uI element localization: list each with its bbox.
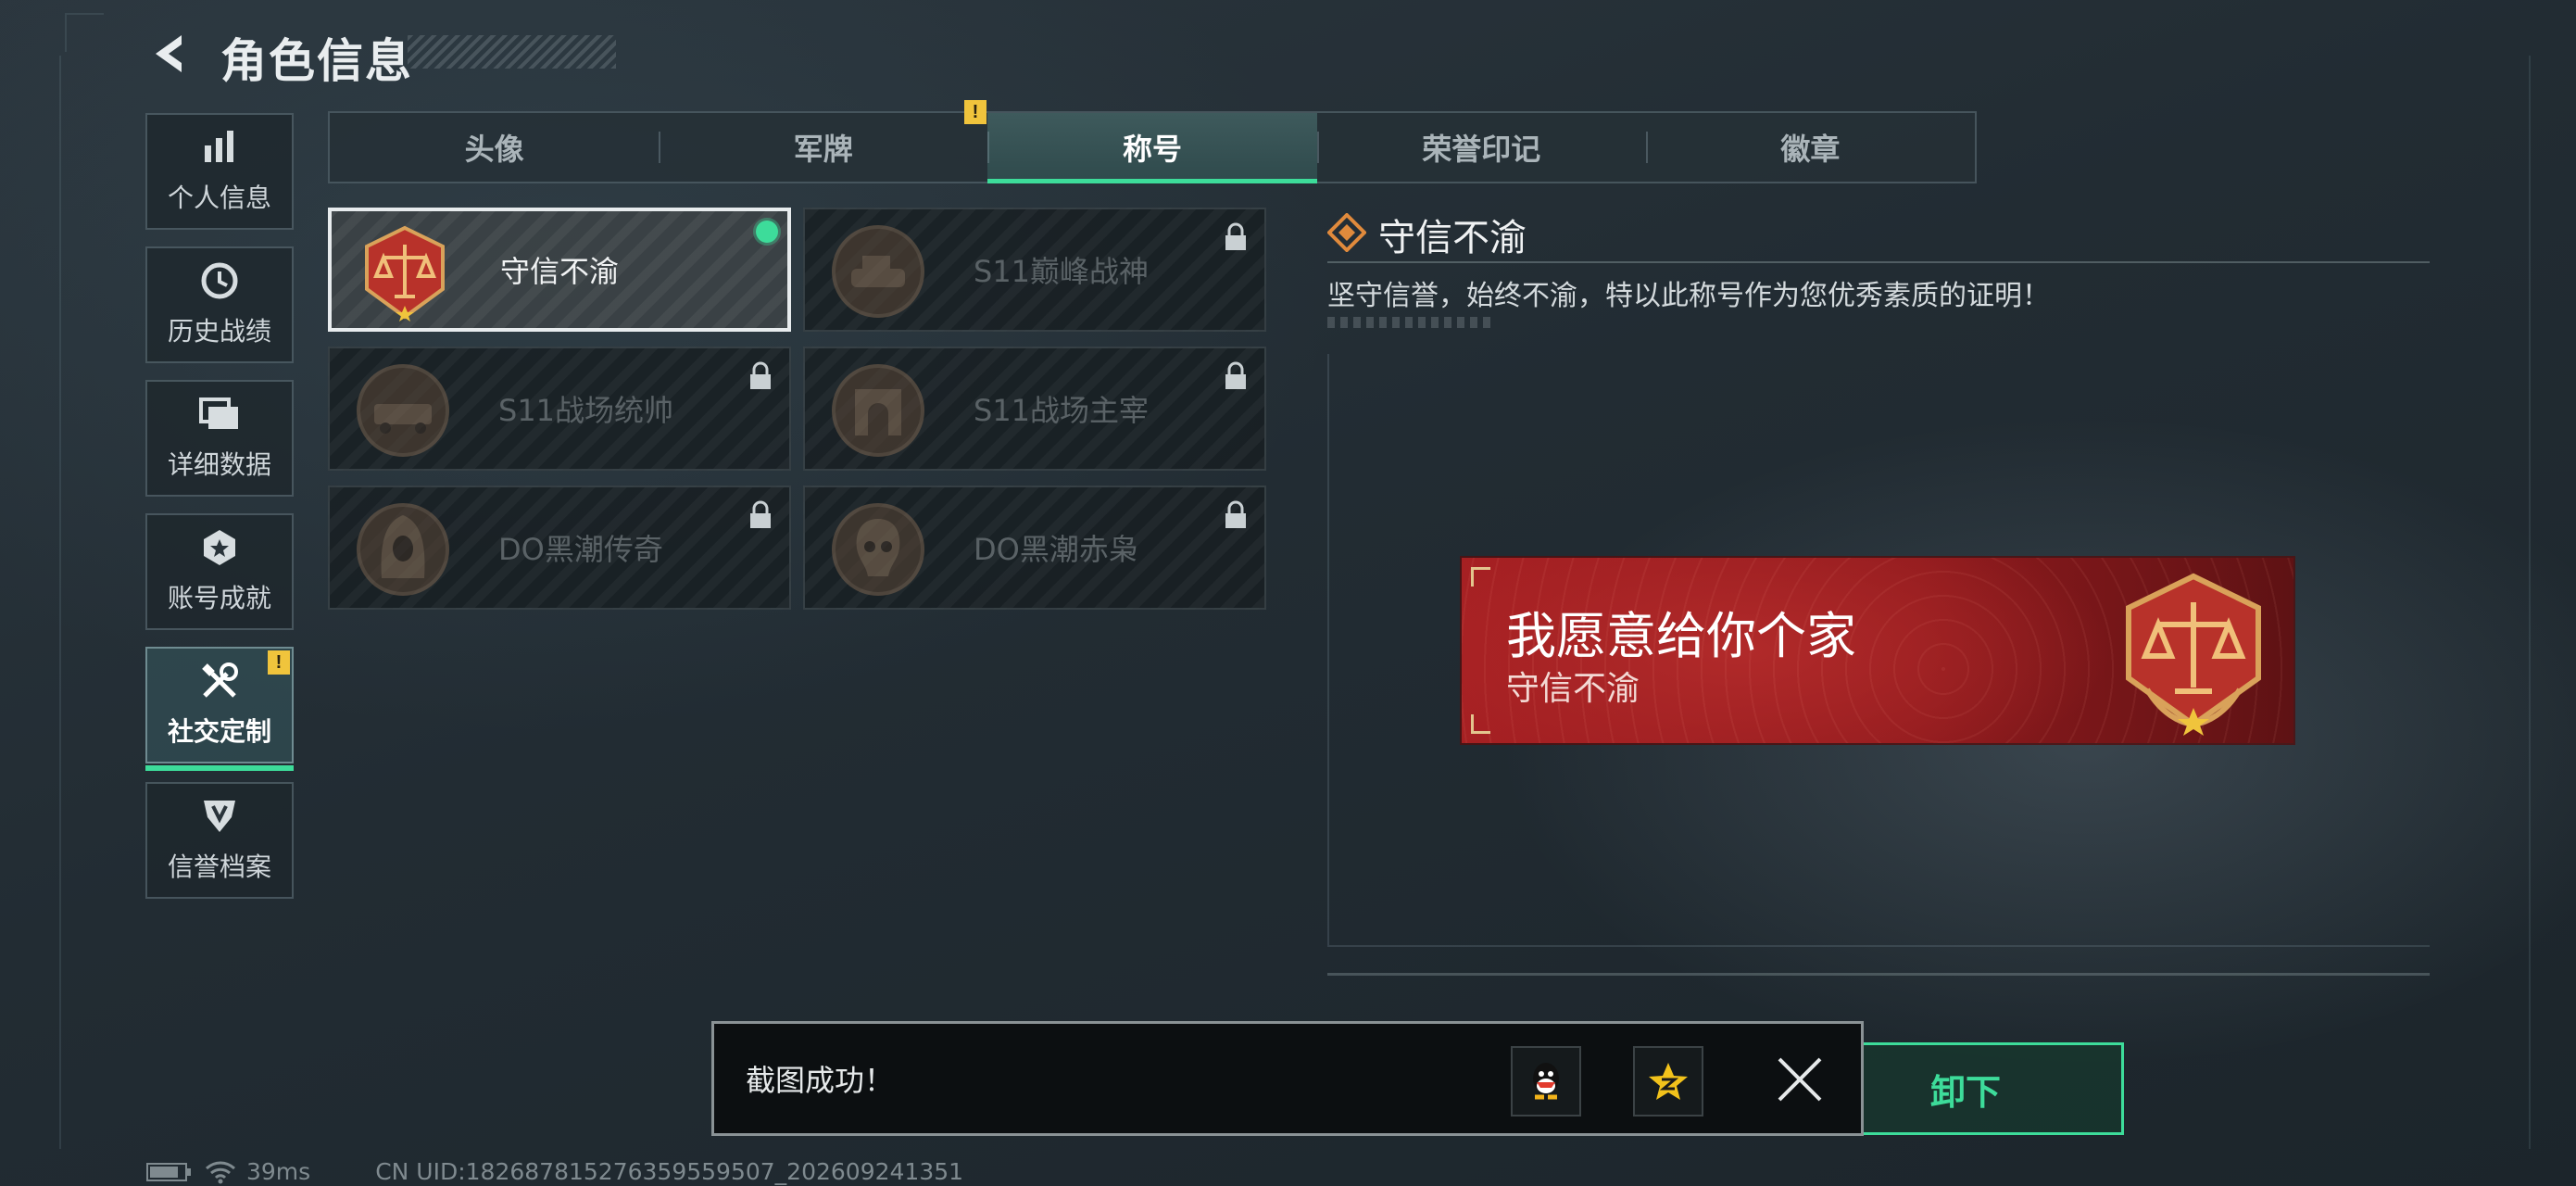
qq-share-button[interactable] <box>1511 1046 1581 1117</box>
qzone-icon <box>1649 1063 1688 1100</box>
scales-emblem-icon <box>2126 573 2261 736</box>
back-arrow-icon[interactable] <box>146 30 195 78</box>
sidebar-item-label: 历史战绩 <box>167 316 271 347</box>
tab-badge[interactable]: 徽章 <box>1645 113 1975 182</box>
preview-divider <box>1327 973 2430 976</box>
sidebar-item-label: 社交定制 <box>167 716 271 747</box>
close-icon[interactable] <box>1772 1052 1828 1107</box>
notification-badge: ! <box>268 650 290 675</box>
lock-icon <box>750 500 771 528</box>
status-footer: 39ms CN UID:182687815276359559507_202609… <box>146 1158 963 1185</box>
bar-chart-icon <box>198 126 241 169</box>
title-name: 守信不渝 <box>500 254 620 289</box>
equipped-indicator <box>756 221 778 243</box>
sidebar-item-label: 账号成就 <box>167 583 271 613</box>
lock-icon <box>1225 361 1246 389</box>
tab-honor-mark[interactable]: 荣誉印记 <box>1316 113 1646 182</box>
battery-icon <box>146 1162 191 1181</box>
sidebar-item-label: 个人信息 <box>167 183 271 213</box>
vehicle-emblem-icon <box>357 364 449 457</box>
arch-emblem-icon <box>832 364 924 457</box>
hooded-emblem-icon <box>357 503 449 596</box>
qzone-share-button[interactable] <box>1633 1046 1703 1117</box>
scales-emblem-icon <box>365 225 445 322</box>
title-card[interactable]: S11战场统帅 <box>328 347 791 471</box>
nameplate-player-name: 我愿意给你个家 <box>1506 607 1856 665</box>
sidebar-item-achievements[interactable]: 账号成就 <box>145 513 294 630</box>
sidebar-item-history[interactable]: 历史战绩 <box>145 246 294 363</box>
title-card[interactable]: S11巅峰战神 <box>803 208 1266 332</box>
clock-icon <box>198 259 241 302</box>
tab-notification-badge: ! <box>964 100 986 124</box>
diamond-icon <box>1327 213 1366 252</box>
tab-dog-tag[interactable]: 军牌 <box>659 113 987 182</box>
title-name: DO黑潮传奇 <box>498 532 663 567</box>
title-card[interactable]: DO黑潮赤枭 <box>803 486 1266 610</box>
wifi-icon <box>206 1161 235 1183</box>
title-card[interactable]: S11战场主宰 <box>803 347 1266 471</box>
detail-title: 守信不渝 <box>1378 217 1527 259</box>
toast-message: 截图成功！ <box>746 1063 895 1098</box>
medal-icon <box>198 526 241 569</box>
frame-left-rail <box>59 56 63 1149</box>
title-name: DO黑潮赤枭 <box>974 532 1138 567</box>
nameplate-title: 守信不渝 <box>1506 670 1640 708</box>
nameplate-preview: 我愿意给你个家 守信不渝 <box>1462 558 2293 743</box>
detail-decoration <box>1327 317 1494 328</box>
sidebar-item-label: 详细数据 <box>167 449 271 480</box>
nameplate-corner <box>1471 567 1490 587</box>
category-tabs: 头像 军牌 称号 荣誉印记 徽章 <box>328 111 1977 183</box>
title-name: S11战场主宰 <box>974 393 1150 428</box>
sidebar-item-reputation[interactable]: 信誉档案 <box>145 782 294 899</box>
title-card[interactable]: DO黑潮传奇 <box>328 486 791 610</box>
title-name: S11战场统帅 <box>498 393 674 428</box>
title-name: S11巅峰战神 <box>974 254 1150 289</box>
sidebar-item-personal-info[interactable]: 个人信息 <box>145 113 294 230</box>
frame-right-rail <box>2529 56 2532 1149</box>
sidebar-item-label: 信誉档案 <box>167 852 271 882</box>
tank-emblem-icon <box>832 225 924 318</box>
shield-icon <box>198 795 241 838</box>
detail-divider <box>1327 261 2430 263</box>
frame-corner-top-left <box>65 13 104 52</box>
sidebar-item-social-custom[interactable]: 社交定制 ! <box>145 647 294 771</box>
latency-readout: 39ms <box>246 1158 311 1185</box>
tab-title[interactable]: 称号 <box>987 113 1317 183</box>
title-decoration <box>408 35 616 69</box>
tools-icon <box>198 660 241 702</box>
title-card[interactable]: 守信不渝 <box>328 208 791 332</box>
lock-icon <box>1225 500 1246 528</box>
screenshot-toast: 截图成功！ <box>711 1021 1864 1136</box>
tab-avatar[interactable]: 头像 <box>330 113 659 182</box>
qq-icon <box>1533 1063 1559 1100</box>
skull-emblem-icon <box>832 503 924 596</box>
lock-icon <box>750 361 771 389</box>
page-title: 角色信息 <box>220 34 413 88</box>
nameplate-corner <box>1471 714 1490 734</box>
detail-description: 坚守信誉，始终不渝，特以此称号作为您优秀素质的证明！ <box>1327 280 2050 312</box>
folder-icon <box>198 393 241 435</box>
lock-icon <box>1225 222 1246 250</box>
player-uid: CN UID:182687815276359559507_20260924135… <box>375 1158 964 1185</box>
sidebar-item-detailed-data[interactable]: 详细数据 <box>145 380 294 497</box>
